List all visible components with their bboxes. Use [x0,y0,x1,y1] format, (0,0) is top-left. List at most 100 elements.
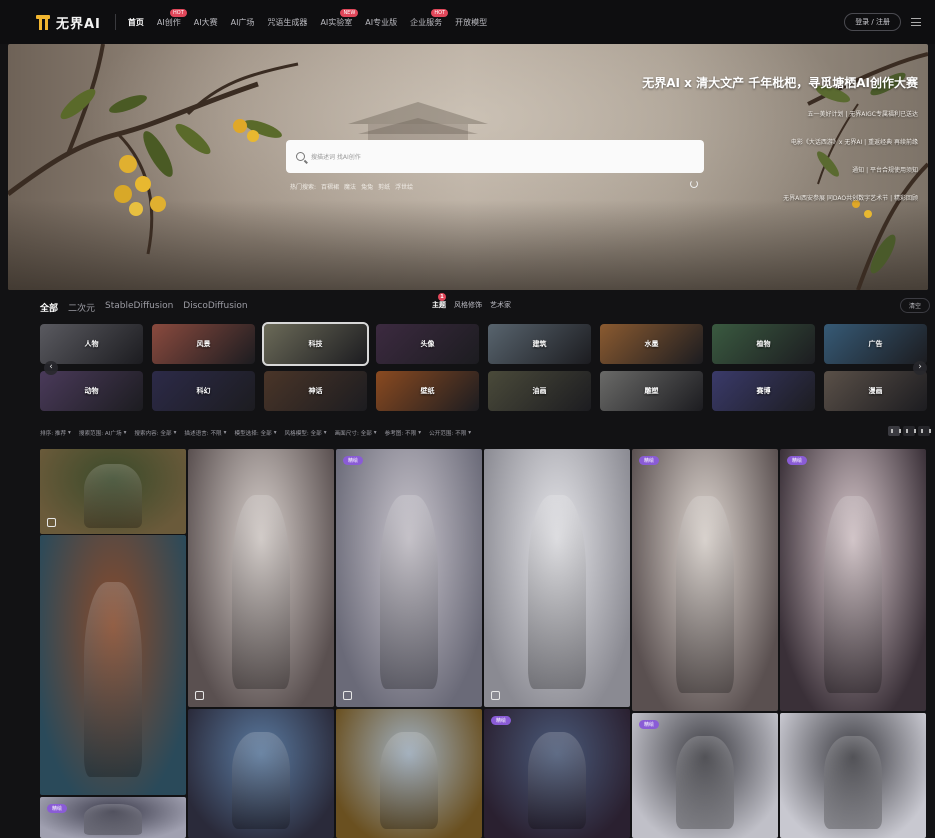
hot-search-term[interactable]: 魔法 [344,182,356,191]
category-tile[interactable]: 植物 [712,324,815,364]
copy-icon[interactable] [491,691,500,700]
search-option-dropdown[interactable]: 画面尺寸: 全部 [335,429,372,437]
menu-icon[interactable] [911,18,921,26]
gallery-card[interactable] [188,449,334,707]
gallery-card[interactable]: 精绘 [632,449,778,711]
login-button[interactable]: 登录 / 注册 [844,13,901,31]
nav-items: 首页 AI创作 HOT AI大赛 AI广场 咒语生成器 AI实验室 NEW AI专业版 企业服务 H… [128,8,487,28]
featured-badge: 精绘 [787,456,808,465]
hot-search-term[interactable]: 百褶裙 [321,182,339,191]
category-type-tab-label: 风格修饰 [454,301,482,309]
category-label: 科技 [308,340,323,348]
category-label: 漫画 [868,387,883,395]
category-label: 神话 [308,387,323,395]
search-input[interactable]: 搜描述词 找AI创作 [311,152,361,161]
hero-title[interactable]: 无界AI x 清大文产 千年枇杷，寻觅塘栖AI创作大赛 [618,74,918,91]
nav-item[interactable]: AI创作 HOT [157,8,187,28]
logo-icon [34,13,52,31]
gallery-card[interactable] [780,713,926,838]
nav-item[interactable]: AI专业版 [365,17,397,28]
hero-announcement[interactable]: 通知 | 平台合规使用须知 [618,165,918,174]
artwork-figure [823,496,883,693]
gallery-card[interactable] [40,449,186,534]
gallery-card[interactable]: 精绘 [632,713,778,838]
carousel-prev-icon[interactable]: ‹ [44,361,58,375]
chevron-down-icon: ▾ [223,430,227,436]
category-tile[interactable]: 漫画 [824,371,927,411]
category-tile[interactable]: 雕塑 [600,371,703,411]
gallery-card[interactable]: 精绘 [336,449,482,707]
hero-announcement[interactable]: 电影《大话西游》x 无界AI | 重返经典 再续前缘 [618,137,918,146]
clear-button[interactable]: 清空 [899,298,930,313]
category-tile[interactable]: 建筑 [488,324,591,364]
hot-search-term[interactable]: 浮世绘 [395,182,413,191]
nav-item-label: 企业服务 [410,17,443,27]
category-label: 风景 [196,340,211,348]
category-tile[interactable]: 科幻 [152,371,255,411]
model-tab[interactable]: 二次元 [68,301,95,314]
artwork-figure [675,735,735,830]
hero-banner[interactable]: 搜描述词 找AI创作 热门搜索: 百褶裙 魔法 兔兔 剪纸 浮世绘 无界AI x 清大文… [8,44,928,290]
nav-item[interactable]: AI广场 [231,17,255,28]
search-option-dropdown[interactable]: 描述语言: 不限 [184,429,221,437]
image-gallery: 精绘 精绘 精绘 精绘 精绘 精绘 [40,449,930,838]
search-icon[interactable] [296,152,305,161]
category-type-tab-label: 艺术家 [490,301,511,309]
category-tile[interactable]: 赛博 [712,371,815,411]
gallery-card[interactable] [40,535,186,795]
category-label: 赛博 [756,387,771,395]
gallery-card[interactable]: 精绘 [780,449,926,711]
carousel-next-icon[interactable]: › [913,361,927,375]
nav-item[interactable]: AI大赛 [194,17,218,28]
filter-row: 全部 二次元 StableDiffusion DiscoDiffusion 主题 1 风格… [40,293,930,314]
nav-item[interactable]: 开放模型 [455,17,487,28]
category-tile[interactable]: 壁纸 [376,371,479,411]
model-tab[interactable]: DiscoDiffusion [183,301,247,314]
category-tile[interactable]: 风景 [152,324,255,364]
search-option-dropdown[interactable]: 排序: 推荐 [40,429,66,437]
gallery-card[interactable] [336,709,482,838]
search-option-dropdown[interactable]: 模型选择: 全部 [234,429,271,437]
copy-icon[interactable] [343,691,352,700]
category-tile[interactable]: 油画 [488,371,591,411]
category-tile[interactable]: 人物 [40,324,143,364]
nav-item[interactable]: 首页 [128,17,144,28]
category-tile[interactable]: 广告 [824,324,927,364]
category-type-tab[interactable]: 艺术家 [490,300,511,310]
gallery-card[interactable]: 精绘 [40,797,186,838]
search-option-dropdown[interactable]: 参考图: 不限 [385,429,417,437]
category-tile[interactable]: 动物 [40,371,143,411]
hero-announcement[interactable]: 无界AI西安参展 同DAO共创数字艺术节 | 精彩回顾 [618,193,918,202]
search-option-dropdown[interactable]: 搜索范围: AI广场 [79,429,122,437]
category-tile[interactable]: 神话 [264,371,367,411]
search-option-dropdown[interactable]: 搜索内容: 全部 [134,429,171,437]
artwork-figure [83,581,143,777]
model-tab[interactable]: 全部 [40,301,58,314]
copy-icon[interactable] [47,518,56,527]
gallery-card[interactable] [188,709,334,838]
gallery-card[interactable] [484,449,630,707]
category-tile[interactable]: 科技 [262,322,369,366]
grid-small-view-icon[interactable] [918,426,931,436]
nav-item[interactable]: 企业服务 HOT [410,8,449,28]
category-tile[interactable]: 水墨 [600,324,703,364]
count-badge: 1 [438,293,446,301]
grid-medium-view-icon[interactable] [903,426,916,436]
nav-item[interactable]: AI实验室 NEW [320,8,359,28]
chevron-down-icon: ▾ [173,430,177,436]
hot-search-term[interactable]: 兔兔 [361,182,373,191]
logo[interactable]: 无界AI [34,13,101,32]
copy-icon[interactable] [195,691,204,700]
search-option-dropdown[interactable]: 风格模型: 全部 [285,429,322,437]
hero-announcement[interactable]: 五一美好计划 | 无界AIGC专属福利已送达 [618,109,918,118]
category-type-tab[interactable]: 主题 1 [432,293,446,310]
hot-search-term[interactable]: 剪纸 [378,182,390,191]
category-type-tab[interactable]: 风格修饰 [454,300,482,310]
gallery-card[interactable]: 精绘 [484,709,630,838]
search-option-dropdown[interactable]: 公开范围: 不限 [429,429,466,437]
category-tile[interactable]: 头像 [376,324,479,364]
artwork-figure [527,732,587,829]
grid-large-view-icon[interactable] [888,426,901,436]
model-tab[interactable]: StableDiffusion [105,301,173,314]
nav-item[interactable]: 咒语生成器 [267,17,307,28]
